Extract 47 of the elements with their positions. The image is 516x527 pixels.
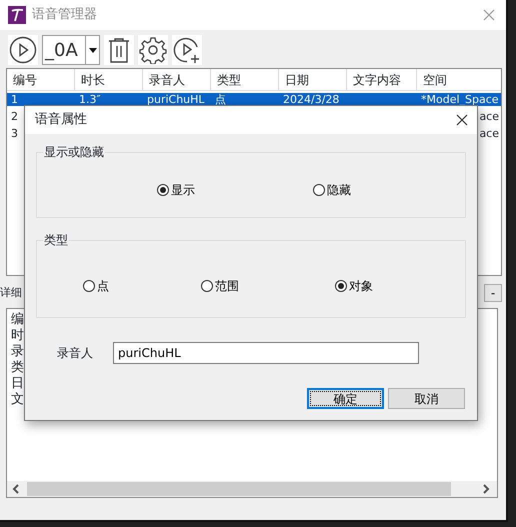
dialog-title: 语音属性 (35, 111, 87, 130)
column-header[interactable]: 文字内容 (347, 69, 417, 90)
scroll-left-icon[interactable] (11, 484, 21, 494)
table-cell: 1.3″ (79, 93, 101, 106)
radio-option[interactable]: 对象 (335, 277, 373, 295)
app-logo-icon (8, 6, 26, 24)
cancel-button[interactable]: 取消 (388, 388, 465, 409)
collapse-button[interactable]: - (484, 284, 502, 302)
detail-text: 时 (11, 328, 24, 344)
radio-option[interactable]: 点 (83, 277, 109, 295)
settings-button[interactable] (138, 35, 168, 65)
table-cell: 2024/3/28 (283, 93, 340, 106)
caret-icon (88, 48, 96, 52)
group-title: 显示或隐藏 (43, 145, 105, 159)
window-title: 语音管理器 (32, 6, 97, 24)
scroll-right-icon[interactable] (481, 484, 491, 494)
section-label: 详细 (0, 287, 22, 299)
recorder-input[interactable]: puriChuHL (113, 342, 419, 364)
radio-option[interactable]: 显示 (157, 181, 195, 199)
radio-option[interactable]: 隐藏 (313, 181, 351, 199)
radio-option[interactable]: 范围 (201, 277, 239, 295)
table-cell: puriChuHL (147, 93, 205, 106)
group-title: 类型 (43, 233, 69, 247)
play-button[interactable] (8, 35, 38, 65)
table-cell: 点 (215, 93, 226, 106)
column-header[interactable]: 录音人 (143, 69, 211, 90)
column-header[interactable]: 日期 (279, 69, 347, 90)
table-cell: 3 (11, 127, 18, 140)
detail-text: 类 (11, 360, 24, 376)
table-row[interactable]: 1 1.3″ puriChuHL 点 2024/3/28 *Model_Space (7, 93, 501, 106)
detail-text: 日 (11, 376, 24, 392)
delete-button[interactable] (104, 35, 134, 65)
column-header[interactable]: 类型 (211, 69, 279, 90)
font-dropdown[interactable]: _0A (42, 35, 100, 65)
detail-text: 文 (11, 392, 24, 408)
table-cell: *Model_Space (421, 93, 499, 106)
column-header[interactable]: 空间 (417, 69, 501, 90)
column-header[interactable]: 时长 (75, 69, 143, 90)
detail-text: 录 (11, 344, 24, 360)
add-audio-button[interactable] (172, 35, 202, 65)
detail-text: 编 (11, 312, 24, 328)
field-label: 录音人 (57, 345, 93, 362)
column-header[interactable]: 编号 (7, 69, 75, 90)
ok-button[interactable]: 确定 (307, 388, 384, 409)
table-cell: ace (479, 127, 499, 140)
horizontal-scrollbar[interactable] (7, 481, 497, 497)
table-cell: 1 (11, 93, 18, 106)
